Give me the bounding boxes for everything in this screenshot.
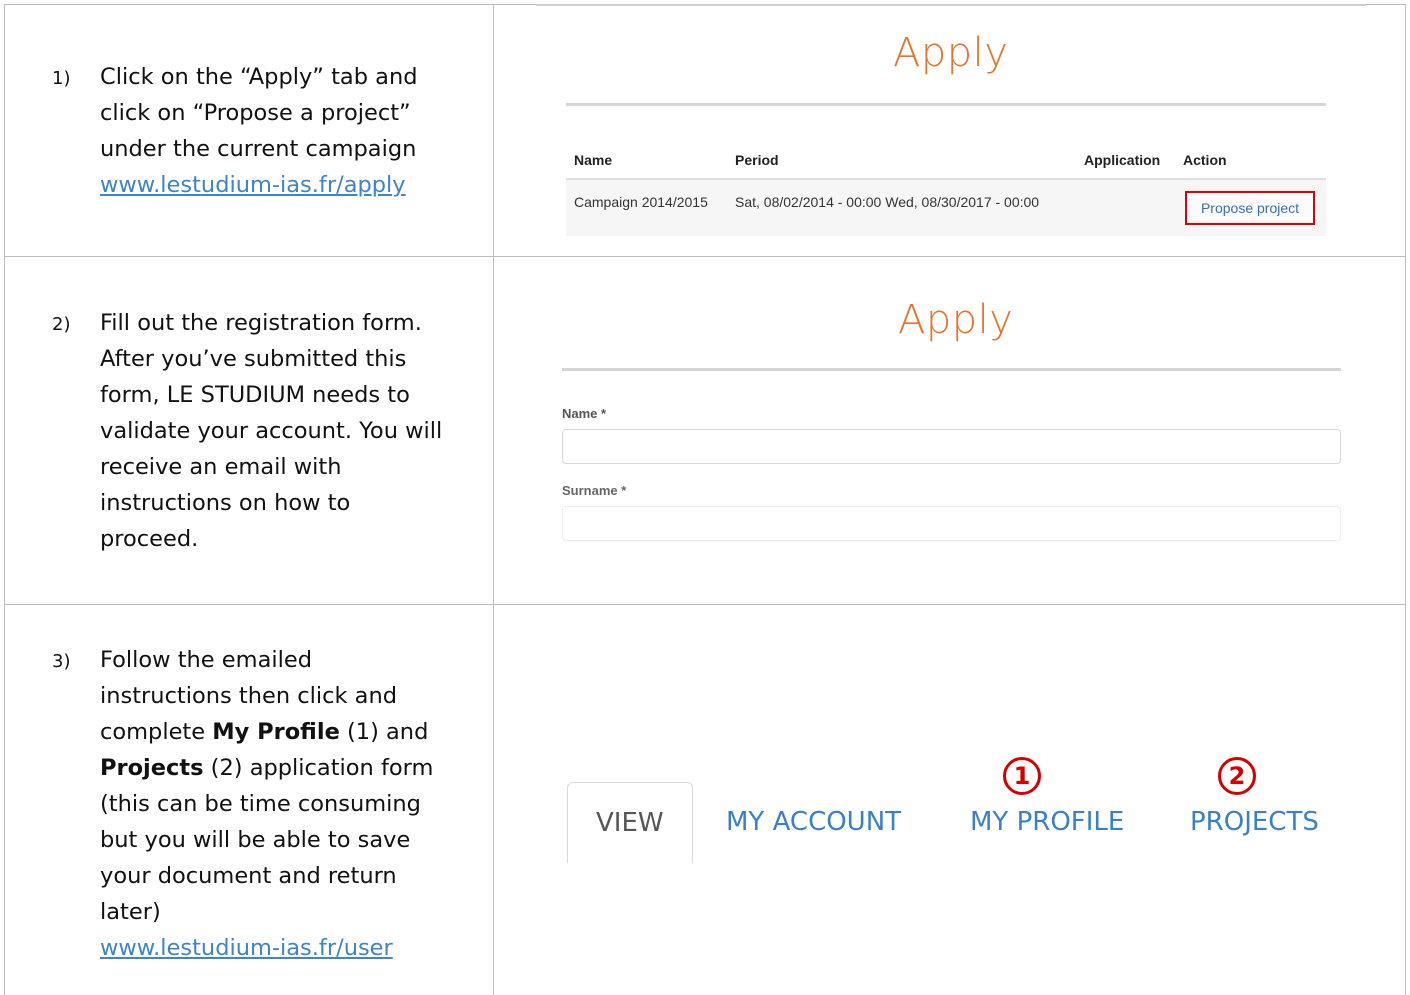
user-link[interactable]: www.lestudium-ias.fr/user [100, 935, 393, 961]
row-divider-2 [4, 604, 1406, 605]
step-3-number: 3) [52, 651, 71, 672]
table-row: Campaign 2014/2015 Sat, 08/02/2014 - 00:… [566, 180, 1326, 236]
step-3-projects: Projects [100, 755, 204, 781]
tab-projects[interactable]: PROJECTS [1190, 782, 1319, 862]
screenshot-top-edge [536, 4, 1366, 6]
tab-my-account[interactable]: MY ACCOUNT [726, 782, 901, 862]
header-name: Name [574, 152, 613, 168]
column-divider [493, 4, 494, 995]
step-1-instruction: Click on the “Apply” tab and click on “P… [100, 64, 418, 162]
step-3-text-b: (1) and [339, 719, 429, 745]
step-1-text: Click on the “Apply” tab and click on “P… [100, 59, 445, 203]
propose-project-button[interactable]: Propose project [1185, 191, 1315, 225]
title-rule [566, 103, 1326, 106]
name-label: Name * [562, 406, 607, 421]
badge-2: 2 [1218, 757, 1256, 795]
tab-view[interactable]: VIEW [567, 782, 693, 863]
table-header: Name Period Application Action [566, 142, 1326, 180]
row-divider-1 [4, 256, 1406, 257]
step-3-my-profile: My Profile [212, 719, 340, 745]
header-application: Application [1084, 152, 1161, 168]
campaign-name: Campaign 2014/2015 [574, 194, 708, 210]
user-tabs: VIEW MY ACCOUNT MY PROFILE PROJECTS [567, 782, 1327, 863]
step-1-number: 1) [52, 68, 71, 89]
form-fade [562, 556, 1341, 576]
name-input[interactable] [562, 429, 1341, 464]
header-period: Period [735, 152, 779, 168]
surname-input[interactable] [562, 506, 1341, 541]
step-2-number: 2) [52, 314, 71, 335]
step-3-text: Follow the emailed instructions then cli… [100, 642, 445, 966]
apply-title: Apply [893, 30, 1009, 76]
apply-title-2: Apply [898, 297, 1014, 343]
title-rule-2 [562, 368, 1341, 371]
badge-1: 1 [1003, 757, 1041, 795]
header-action: Action [1183, 152, 1227, 168]
campaign-period: Sat, 08/02/2014 - 00:00 Wed, 08/30/2017 … [735, 194, 1040, 210]
step-2-text: Fill out the registration form. After yo… [100, 310, 443, 552]
tab-my-profile[interactable]: MY PROFILE [970, 782, 1124, 862]
apply-link[interactable]: www.lestudium-ias.fr/apply [100, 172, 406, 198]
surname-label: Surname * [562, 483, 627, 498]
